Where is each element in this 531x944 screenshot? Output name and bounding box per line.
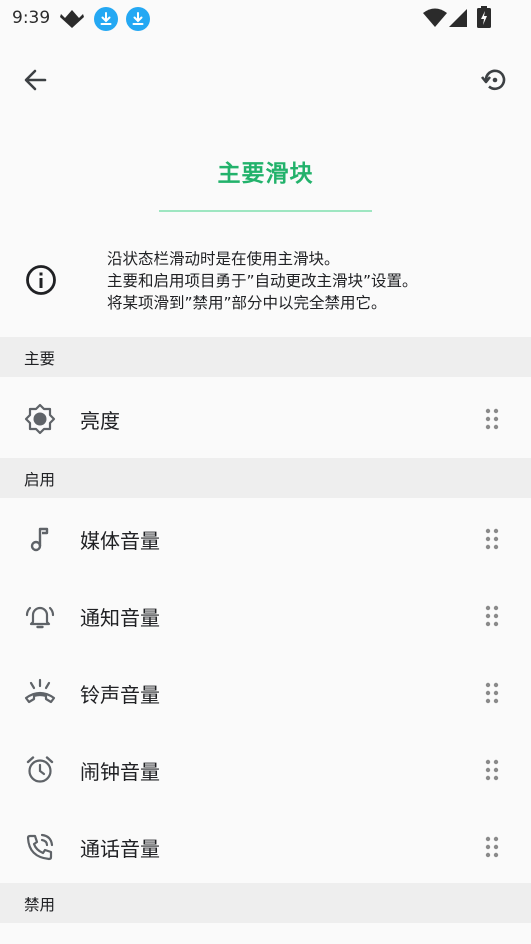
drag-handle-icon[interactable] bbox=[484, 835, 500, 859]
list-item-label: 闹钟音量 bbox=[80, 760, 160, 784]
notification-bell-icon bbox=[23, 599, 57, 633]
download-icon bbox=[94, 7, 118, 31]
list-item[interactable]: 媒体音量 bbox=[0, 500, 531, 577]
list-item-label: 通知音量 bbox=[80, 606, 160, 630]
screen: 9:39 主要滑块 沿状态栏滑动时是在使用主滑块。 主要和启用项目勇于”自动更改… bbox=[0, 0, 531, 944]
drag-handle-icon[interactable] bbox=[484, 527, 500, 551]
list-item[interactable]: 通话音量 bbox=[0, 808, 531, 885]
list-item[interactable]: 闹钟音量 bbox=[0, 731, 531, 808]
section-title: 主要 bbox=[24, 350, 56, 368]
info-line: 主要和启用项目勇于”自动更改主滑块”设置。 bbox=[107, 272, 418, 290]
music-note-icon bbox=[23, 522, 57, 556]
drag-handle-icon[interactable] bbox=[484, 407, 500, 431]
list-item[interactable]: 通知音量 bbox=[0, 577, 531, 654]
list-item-label: 铃声音量 bbox=[80, 683, 160, 707]
back-button[interactable] bbox=[12, 58, 60, 106]
drag-handle-icon[interactable] bbox=[484, 681, 500, 705]
info-line: 沿状态栏滑动时是在使用主滑块。 bbox=[107, 250, 340, 268]
phone-call-icon bbox=[23, 830, 57, 864]
info-text: 沿状态栏滑动时是在使用主滑块。 主要和启用项目勇于”自动更改主滑块”设置。 将某… bbox=[107, 248, 418, 314]
alarm-icon bbox=[23, 753, 57, 787]
drag-handle-icon[interactable] bbox=[484, 758, 500, 782]
info-line: 将某项滑到”禁用”部分中以完全禁用它。 bbox=[107, 294, 387, 312]
brightness-icon bbox=[23, 402, 57, 436]
title-underline bbox=[159, 210, 372, 212]
drag-handle-icon[interactable] bbox=[484, 604, 500, 628]
info-block: 沿状态栏滑动时是在使用主滑块。 主要和启用项目勇于”自动更改主滑块”设置。 将某… bbox=[0, 240, 531, 326]
cell-signal-icon bbox=[448, 8, 468, 32]
toolbar bbox=[0, 54, 531, 110]
section-title: 禁用 bbox=[24, 896, 56, 914]
status-time: 9:39 bbox=[12, 8, 51, 28]
section-header-main: 主要 bbox=[0, 337, 531, 377]
list-item-label: 通话音量 bbox=[80, 837, 160, 861]
section-header-disabled: 禁用 bbox=[0, 883, 531, 923]
app-logo-icon bbox=[60, 9, 84, 33]
status-bar: 9:39 bbox=[0, 0, 531, 38]
battery-charging-icon bbox=[477, 6, 491, 32]
info-icon bbox=[25, 264, 57, 300]
ringer-icon bbox=[23, 676, 57, 710]
section-title: 启用 bbox=[24, 471, 56, 489]
list-item[interactable]: 铃声音量 bbox=[0, 654, 531, 731]
section-header-enabled: 启用 bbox=[0, 458, 531, 498]
reset-button[interactable] bbox=[470, 58, 518, 106]
wifi-icon bbox=[423, 8, 447, 32]
download-icon bbox=[126, 7, 150, 31]
arrow-back-icon bbox=[23, 67, 49, 97]
page-title: 主要滑块 bbox=[217, 161, 314, 187]
list-item-label: 媒体音量 bbox=[80, 529, 160, 553]
restore-icon bbox=[479, 65, 509, 99]
list-item-label: 亮度 bbox=[80, 409, 120, 433]
list-item[interactable]: 亮度 bbox=[0, 380, 531, 457]
